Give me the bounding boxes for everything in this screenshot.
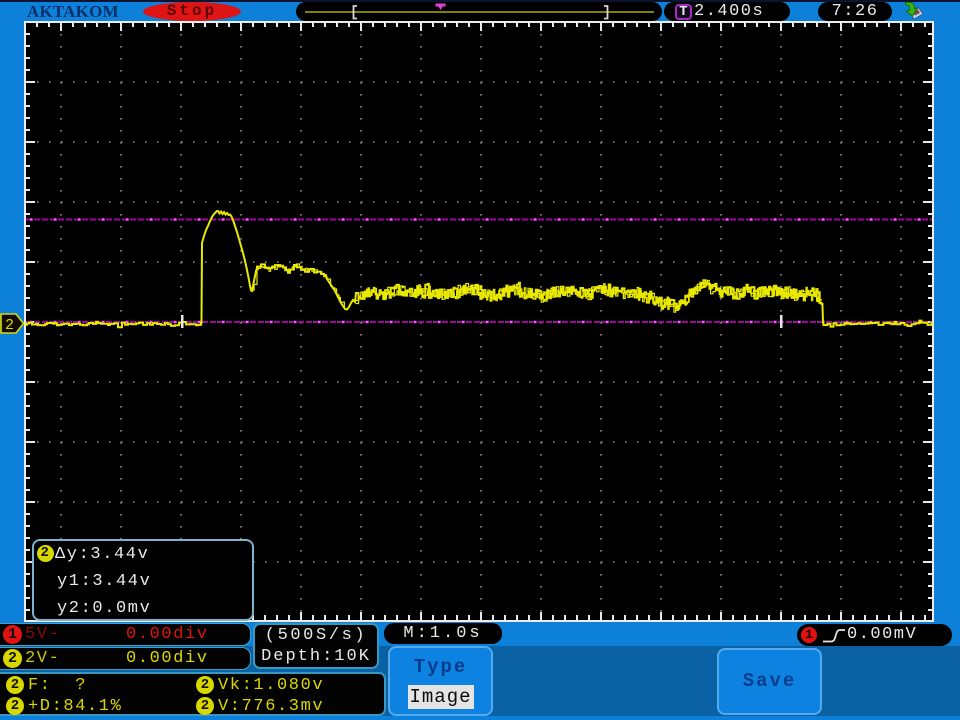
svg-text:2: 2: [5, 317, 14, 334]
